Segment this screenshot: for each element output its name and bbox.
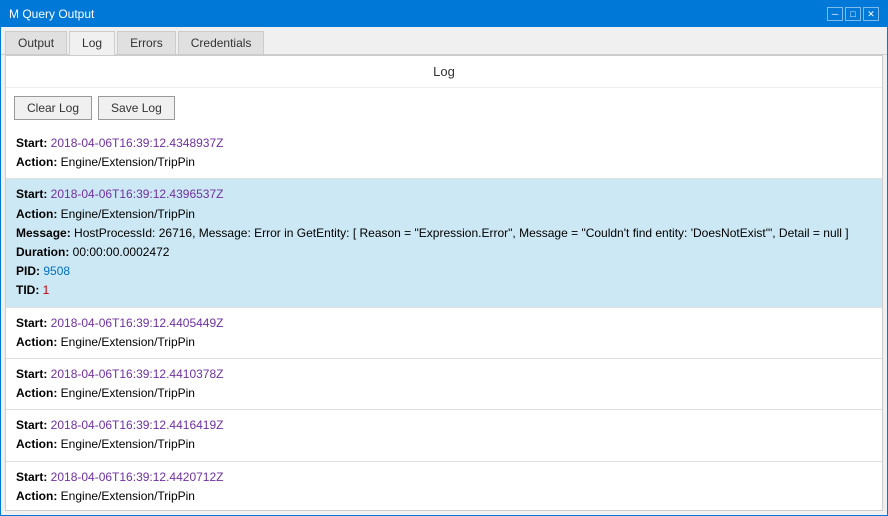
log-field-label: Start: (16, 418, 51, 432)
log-field-value: 2018-04-06T16:39:12.4396537Z (51, 187, 224, 201)
log-area[interactable]: Start: 2018-04-06T16:39:12.4348937ZActio… (6, 128, 882, 510)
log-field-label: Start: (16, 187, 51, 201)
window-controls: ─ □ ✕ (827, 7, 879, 21)
log-field-value: 2018-04-06T16:39:12.4410378Z (51, 367, 224, 381)
log-field-value: 1 (43, 283, 50, 297)
tab-errors[interactable]: Errors (117, 31, 176, 54)
log-field: Action: Engine/Extension/TripPin (16, 333, 872, 352)
log-field-value: Engine/Extension/TripPin (61, 155, 195, 169)
log-field-value: Engine/Extension/TripPin (61, 335, 195, 349)
log-field-label: TID: (16, 283, 43, 297)
log-entry[interactable]: Start: 2018-04-06T16:39:12.4405449ZActio… (6, 308, 882, 359)
log-field-value: 2018-04-06T16:39:12.4348937Z (51, 136, 224, 150)
log-field: TID: 1 (16, 281, 872, 300)
log-field: PID: 9508 (16, 262, 872, 281)
content-area: Log Clear Log Save Log Start: 2018-04-06… (5, 55, 883, 511)
log-field-label: Action: (16, 335, 61, 349)
log-field-value: 2018-04-06T16:39:12.4420712Z (51, 470, 224, 484)
log-field-value: 2018-04-06T16:39:12.4405449Z (51, 316, 224, 330)
log-field-value: Engine/Extension/TripPin (61, 207, 195, 221)
log-field-label: PID: (16, 264, 43, 278)
save-log-button[interactable]: Save Log (98, 96, 175, 120)
log-field: Start: 2018-04-06T16:39:12.4348937Z (16, 134, 872, 153)
log-field-label: Start: (16, 136, 51, 150)
log-field: Start: 2018-04-06T16:39:12.4410378Z (16, 365, 872, 384)
log-field-label: Action: (16, 155, 61, 169)
close-button[interactable]: ✕ (863, 7, 879, 21)
tab-log[interactable]: Log (69, 31, 115, 55)
tab-bar: Output Log Errors Credentials (1, 27, 887, 55)
log-field-value: Engine/Extension/TripPin (61, 437, 195, 451)
log-field-label: Duration: (16, 245, 73, 259)
log-entry[interactable]: Start: 2018-04-06T16:39:12.4396537ZActio… (6, 179, 882, 307)
log-field: Message: HostProcessId: 26716, Message: … (16, 224, 872, 243)
log-field: Action: Engine/Extension/TripPin (16, 205, 872, 224)
log-field: Start: 2018-04-06T16:39:12.4416419Z (16, 416, 872, 435)
log-header: Log (6, 56, 882, 88)
log-field-label: Message: (16, 226, 74, 240)
main-window: M Query Output ─ □ ✕ Output Log Errors C… (0, 0, 888, 516)
tab-credentials[interactable]: Credentials (178, 31, 265, 54)
log-field: Duration: 00:00:00.0002472 (16, 243, 872, 262)
log-field-value: Engine/Extension/TripPin (61, 386, 195, 400)
toolbar: Clear Log Save Log (6, 88, 882, 128)
minimize-button[interactable]: ─ (827, 7, 843, 21)
log-field-value: 00:00:00.0002472 (73, 245, 170, 259)
log-field-value: HostProcessId: 26716, Message: Error in … (74, 226, 849, 240)
log-field-label: Action: (16, 437, 61, 451)
restore-button[interactable]: □ (845, 7, 861, 21)
log-field: Action: Engine/Extension/TripPin (16, 435, 872, 454)
clear-log-button[interactable]: Clear Log (14, 96, 92, 120)
log-field-label: Start: (16, 316, 51, 330)
title-bar: M Query Output ─ □ ✕ (1, 1, 887, 27)
log-field-value: 9508 (43, 264, 70, 278)
log-field: Start: 2018-04-06T16:39:12.4405449Z (16, 314, 872, 333)
log-entry[interactable]: Start: 2018-04-06T16:39:12.4348937ZActio… (6, 128, 882, 179)
log-entry[interactable]: Start: 2018-04-06T16:39:12.4410378ZActio… (6, 359, 882, 410)
log-entry[interactable]: Start: 2018-04-06T16:39:12.4420712ZActio… (6, 462, 882, 510)
log-entry[interactable]: Start: 2018-04-06T16:39:12.4416419ZActio… (6, 410, 882, 461)
log-field-label: Action: (16, 207, 61, 221)
log-field-label: Start: (16, 367, 51, 381)
window-title: M Query Output (9, 7, 94, 21)
log-field: Action: Engine/Extension/TripPin (16, 384, 872, 403)
log-field: Start: 2018-04-06T16:39:12.4420712Z (16, 468, 872, 487)
log-field-label: Start: (16, 470, 51, 484)
log-field-label: Action: (16, 489, 61, 503)
log-field: Start: 2018-04-06T16:39:12.4396537Z (16, 185, 872, 204)
tab-output[interactable]: Output (5, 31, 67, 54)
log-field-value: Engine/Extension/TripPin (61, 489, 195, 503)
log-field-value: 2018-04-06T16:39:12.4416419Z (51, 418, 224, 432)
log-field-label: Action: (16, 386, 61, 400)
log-field: Action: Engine/Extension/TripPin (16, 153, 872, 172)
log-field: Action: Engine/Extension/TripPin (16, 487, 872, 506)
